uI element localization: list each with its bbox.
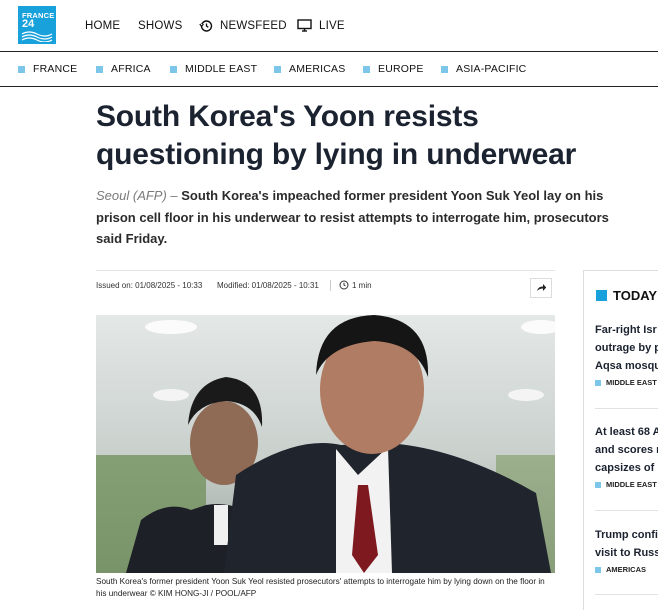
section-americas[interactable]: AMERICAS [274, 52, 345, 86]
nav-newsfeed[interactable]: NEWSFEED [199, 0, 287, 51]
news-title-line: Trump confi [595, 529, 658, 541]
article-meta: Issued on: 01/08/2025 - 10:33 Modified: … [96, 270, 555, 303]
news-tag-label: MIDDLE EAST [606, 378, 657, 387]
news-title-line: capsizes of [595, 462, 655, 474]
sidebar-news-item[interactable]: Trump confi visit to Russ AMERICAS [595, 526, 658, 574]
france24-logo[interactable]: FRANCE 24 [18, 6, 56, 44]
news-title-line: outrage by p [595, 342, 658, 354]
news-title-line: Aqsa mosqu [595, 360, 658, 372]
news-tag-label: AMERICAS [606, 565, 647, 574]
sidebar-header: TODAY [596, 288, 657, 303]
article-photo [96, 315, 555, 573]
section-marker [441, 65, 448, 73]
tag-marker [595, 566, 601, 573]
section-asia-pacific[interactable]: ASIA-PACIFIC [441, 52, 526, 86]
share-arrow-icon [536, 279, 547, 297]
sidebar-news-item[interactable]: Far-right Isr outrage by p Aqsa mosqu MI… [595, 321, 658, 387]
news-title-line: At least 68 A [595, 426, 658, 438]
photo-illustration [96, 315, 555, 573]
section-label: EUROPE [378, 63, 424, 75]
news-title-line: visit to Russ [595, 547, 658, 559]
nav-home[interactable]: HOME [85, 0, 120, 51]
section-bar: FRANCE AFRICA MIDDLE EAST AMERICAS EUROP… [0, 52, 658, 87]
section-label: MIDDLE EAST [185, 63, 258, 75]
sidebar-header-marker [596, 290, 607, 301]
section-label: AMERICAS [289, 63, 346, 75]
article-title: South Korea's Yoon resists questioning b… [96, 98, 656, 174]
article-lead: Seoul (AFP) – South Korea's impeached fo… [96, 185, 621, 250]
monitor-icon [297, 19, 312, 32]
section-europe[interactable]: EUROPE [363, 52, 424, 86]
sidebar-title: TODAY [613, 288, 658, 303]
section-marker [18, 65, 25, 73]
news-title-line: and scores m [595, 444, 658, 456]
section-label: FRANCE [33, 63, 78, 75]
title-line-2: questioning by lying in underwear [96, 138, 577, 171]
section-marker [363, 65, 370, 73]
nav-home-label: HOME [85, 19, 121, 32]
sidebar-news-item[interactable]: At least 68 A and scores m capsizes of M… [595, 423, 658, 489]
clock-icon [339, 280, 349, 292]
section-marker [170, 65, 177, 73]
issued-date: Issued on: 01/08/2025 - 10:33 [96, 281, 203, 290]
clock-rewind-icon [199, 19, 213, 33]
tag-marker [595, 379, 601, 386]
nav-shows[interactable]: SHOWS [138, 0, 182, 51]
read-time: 1 min [352, 281, 372, 290]
news-tag[interactable]: MIDDLE EAST [595, 480, 658, 489]
news-tag-label: MIDDLE EAST [606, 480, 657, 489]
news-tag[interactable]: MIDDLE EAST [595, 378, 658, 387]
news-title-line: Far-right Isr [595, 324, 657, 336]
sidebar-divider [595, 510, 658, 511]
logo-wave-icon [21, 31, 53, 42]
nav-newsfeed-label: NEWSFEED [220, 19, 287, 32]
title-line-1: South Korea's Yoon resists [96, 100, 479, 133]
section-middle-east[interactable]: MIDDLE EAST [170, 52, 257, 86]
top-navbar: FRANCE 24 HOME SHOWS NEWSFEED LIVE [0, 0, 658, 52]
dateline: Seoul (AFP) – [96, 188, 182, 203]
nav-shows-label: SHOWS [138, 19, 183, 32]
modified-date: Modified: 01/08/2025 - 10:31 [217, 281, 319, 290]
logo-line2: 24 [22, 18, 35, 30]
section-label: AFRICA [111, 63, 151, 75]
meta-divider [330, 280, 331, 291]
news-tag[interactable]: AMERICAS [595, 565, 658, 574]
section-france[interactable]: FRANCE [18, 52, 77, 86]
today-sidebar: TODAY Far-right Isr outrage by p Aqsa mo… [583, 270, 658, 610]
tag-marker [595, 481, 601, 488]
section-marker [274, 65, 281, 73]
section-label: ASIA-PACIFIC [456, 63, 527, 75]
nav-live[interactable]: LIVE [297, 0, 345, 51]
photo-caption: South Korea's former president Yoon Suk … [96, 577, 545, 598]
share-button[interactable] [530, 278, 552, 298]
sidebar-divider [595, 594, 658, 595]
nav-live-label: LIVE [319, 19, 345, 32]
sidebar-divider [595, 408, 658, 409]
section-africa[interactable]: AFRICA [96, 52, 151, 86]
section-marker [96, 65, 103, 73]
